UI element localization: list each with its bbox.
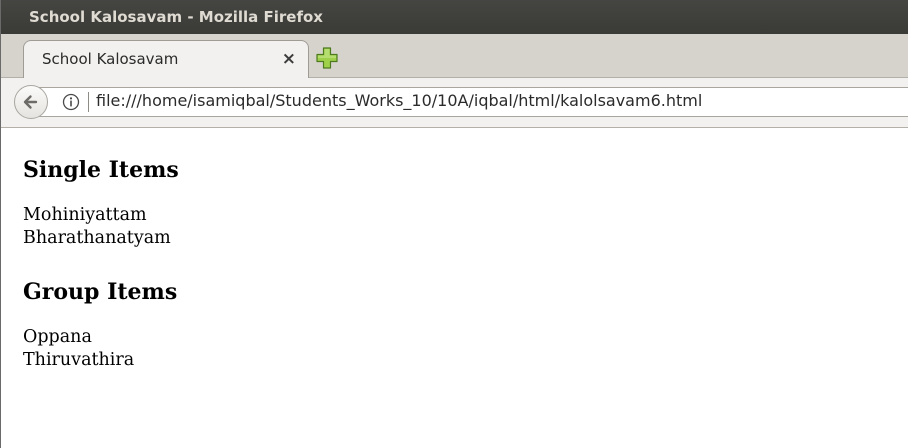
new-tab-button[interactable] — [313, 44, 341, 72]
url-bar[interactable]: file:///home/isamiqbal/Students_Works_10… — [14, 85, 908, 119]
url-text[interactable]: file:///home/isamiqbal/Students_Works_10… — [96, 91, 702, 110]
browser-window: School Kalosavam - Mozilla Firefox Schoo… — [0, 0, 908, 448]
info-icon[interactable] — [62, 93, 80, 111]
close-tab-icon[interactable]: × — [282, 49, 296, 69]
plus-icon — [316, 47, 338, 69]
back-arrow-icon — [23, 95, 38, 109]
back-button[interactable] — [14, 85, 48, 119]
navigation-bar: file:///home/isamiqbal/Students_Works_10… — [1, 78, 908, 128]
tab-title: School Kalosavam — [42, 50, 179, 68]
url-separator — [88, 92, 89, 112]
window-title: School Kalosavam - Mozilla Firefox — [29, 8, 323, 26]
tab-school-kalosavam[interactable]: School Kalosavam × — [23, 40, 309, 78]
list-item: Thiruvathira — [23, 350, 135, 370]
list-item: Oppana — [23, 327, 92, 347]
list-item: Bharathanatyam — [23, 228, 171, 248]
window-titlebar[interactable]: School Kalosavam - Mozilla Firefox — [1, 0, 908, 34]
section-heading-single-items: Single Items — [23, 157, 179, 183]
section-heading-group-items: Group Items — [23, 279, 178, 305]
tab-strip: School Kalosavam × — [1, 34, 908, 78]
list-item: Mohiniyattam — [23, 205, 147, 225]
page-content: Single Items Mohiniyattam Bharathanatyam… — [23, 128, 893, 372]
